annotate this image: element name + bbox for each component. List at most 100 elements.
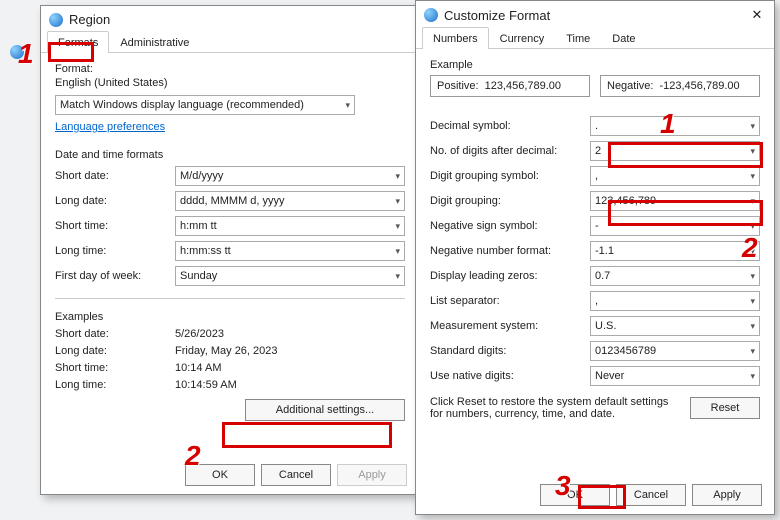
chevron-down-icon: ▾	[750, 221, 755, 232]
measurement-select[interactable]: U.S.▾	[590, 316, 760, 336]
language-preferences-link[interactable]: Language preferences	[55, 121, 165, 133]
desktop-globe-icon	[10, 45, 24, 64]
short-date-select[interactable]: M/d/yyyy▾	[175, 166, 405, 186]
short-date-label: Short date:	[55, 170, 175, 182]
standard-digits-label: Standard digits:	[430, 345, 590, 357]
negative-example: Negative: -123,456,789.00	[600, 75, 760, 97]
close-button[interactable]: ✕	[748, 7, 766, 23]
decimal-symbol-select[interactable]: .▾	[590, 116, 760, 136]
ok-button[interactable]: OK	[185, 464, 255, 486]
format-select-value: Match Windows display language (recommen…	[60, 99, 304, 111]
positive-example: Positive: 123,456,789.00	[430, 75, 590, 97]
region-title: Region	[69, 12, 110, 27]
ex-short-date-label: Short date:	[55, 328, 175, 340]
ok-button[interactable]: OK	[540, 484, 610, 506]
chevron-down-icon: ▾	[395, 171, 400, 182]
chevron-down-icon: ▾	[750, 246, 755, 257]
region-footer: OK Cancel Apply	[185, 464, 407, 486]
additional-settings-button[interactable]: Additional settings...	[245, 399, 405, 421]
divider	[55, 298, 405, 299]
format-label: Format:	[55, 63, 405, 75]
negative-sign-label: Negative sign symbol:	[430, 220, 590, 232]
decimal-symbol-label: Decimal symbol:	[430, 120, 590, 132]
region-tabbar: Formats Administrative	[41, 31, 419, 53]
negative-format-label: Negative number format:	[430, 245, 590, 257]
list-separator-label: List separator:	[430, 295, 590, 307]
short-time-label: Short time:	[55, 220, 175, 232]
leading-zeros-label: Display leading zeros:	[430, 270, 590, 282]
long-time-label: Long time:	[55, 245, 175, 257]
digit-grouping-label: Digit grouping:	[430, 195, 590, 207]
ex-short-time-value: 10:14 AM	[175, 362, 221, 374]
digits-after-label: No. of digits after decimal:	[430, 145, 590, 157]
chevron-down-icon: ▾	[750, 271, 755, 282]
apply-button[interactable]: Apply	[337, 464, 407, 486]
chevron-down-icon: ▾	[395, 221, 400, 232]
tab-formats[interactable]: Formats	[47, 31, 109, 53]
short-time-select[interactable]: h:mm tt▾	[175, 216, 405, 236]
apply-button[interactable]: Apply	[692, 484, 762, 506]
long-date-label: Long date:	[55, 195, 175, 207]
example-title: Example	[430, 59, 760, 71]
customize-tabbar: Numbers Currency Time Date	[416, 27, 774, 49]
standard-digits-select[interactable]: 0123456789▾	[590, 341, 760, 361]
region-titlebar: Region	[41, 6, 419, 31]
chevron-down-icon: ▾	[750, 321, 755, 332]
examples-title: Examples	[55, 311, 405, 323]
long-time-select[interactable]: h:mm:ss tt▾	[175, 241, 405, 261]
reset-button[interactable]: Reset	[690, 397, 760, 419]
chevron-down-icon: ▾	[750, 121, 755, 132]
chevron-down-icon: ▾	[750, 171, 755, 182]
negative-sign-select[interactable]: -▾	[590, 216, 760, 236]
native-digits-select[interactable]: Never▾	[590, 366, 760, 386]
negative-format-select[interactable]: -1.1▾	[590, 241, 760, 261]
measurement-label: Measurement system:	[430, 320, 590, 332]
tab-time[interactable]: Time	[555, 27, 601, 49]
chevron-down-icon: ▾	[750, 196, 755, 207]
chevron-down-icon: ▾	[750, 346, 755, 357]
date-time-formats-title: Date and time formats	[55, 149, 405, 161]
native-digits-label: Use native digits:	[430, 370, 590, 382]
long-date-select[interactable]: dddd, MMMM d, yyyy▾	[175, 191, 405, 211]
cancel-button[interactable]: Cancel	[616, 484, 686, 506]
customize-content: Example Positive: 123,456,789.00 Negativ…	[416, 49, 774, 430]
ex-long-time-value: 10:14:59 AM	[175, 379, 237, 391]
customize-window: Customize Format ✕ Numbers Currency Time…	[415, 0, 775, 515]
chevron-down-icon: ▾	[395, 196, 400, 207]
ex-short-time-label: Short time:	[55, 362, 175, 374]
example-box: Positive: 123,456,789.00 Negative: -123,…	[430, 75, 760, 97]
first-day-select[interactable]: Sunday▾	[175, 266, 405, 286]
tab-date[interactable]: Date	[601, 27, 646, 49]
tab-currency[interactable]: Currency	[489, 27, 556, 49]
tab-numbers[interactable]: Numbers	[422, 27, 489, 49]
ex-long-time-label: Long time:	[55, 379, 175, 391]
reset-text: Click Reset to restore the system defaul…	[430, 396, 680, 420]
list-separator-select[interactable]: ,▾	[590, 291, 760, 311]
chevron-down-icon: ▾	[395, 271, 400, 282]
chevron-down-icon: ▾	[750, 146, 755, 157]
chevron-down-icon: ▾	[345, 100, 350, 111]
region-content: Format: English (United States) Match Wi…	[41, 53, 419, 431]
ex-long-date-label: Long date:	[55, 345, 175, 357]
leading-zeros-select[interactable]: 0.7▾	[590, 266, 760, 286]
format-select[interactable]: Match Windows display language (recommen…	[55, 95, 355, 115]
ex-long-date-value: Friday, May 26, 2023	[175, 345, 278, 357]
digits-after-select[interactable]: 2▾	[590, 141, 760, 161]
digit-grouping-symbol-select[interactable]: ,▾	[590, 166, 760, 186]
ex-short-date-value: 5/26/2023	[175, 328, 224, 340]
customize-title: Customize Format	[444, 8, 550, 23]
chevron-down-icon: ▾	[750, 371, 755, 382]
cancel-button[interactable]: Cancel	[261, 464, 331, 486]
customize-titlebar: Customize Format ✕	[416, 1, 774, 27]
globe-icon	[424, 8, 438, 22]
globe-icon	[49, 13, 63, 27]
customize-footer: OK Cancel Apply	[540, 484, 762, 506]
digit-grouping-symbol-label: Digit grouping symbol:	[430, 170, 590, 182]
chevron-down-icon: ▾	[750, 296, 755, 307]
first-day-label: First day of week:	[55, 270, 175, 282]
digit-grouping-select[interactable]: 123,456,789▾	[590, 191, 760, 211]
tab-administrative[interactable]: Administrative	[109, 31, 200, 53]
region-window: Region Formats Administrative Format: En…	[40, 5, 420, 495]
chevron-down-icon: ▾	[395, 246, 400, 257]
format-value: English (United States)	[55, 77, 405, 89]
